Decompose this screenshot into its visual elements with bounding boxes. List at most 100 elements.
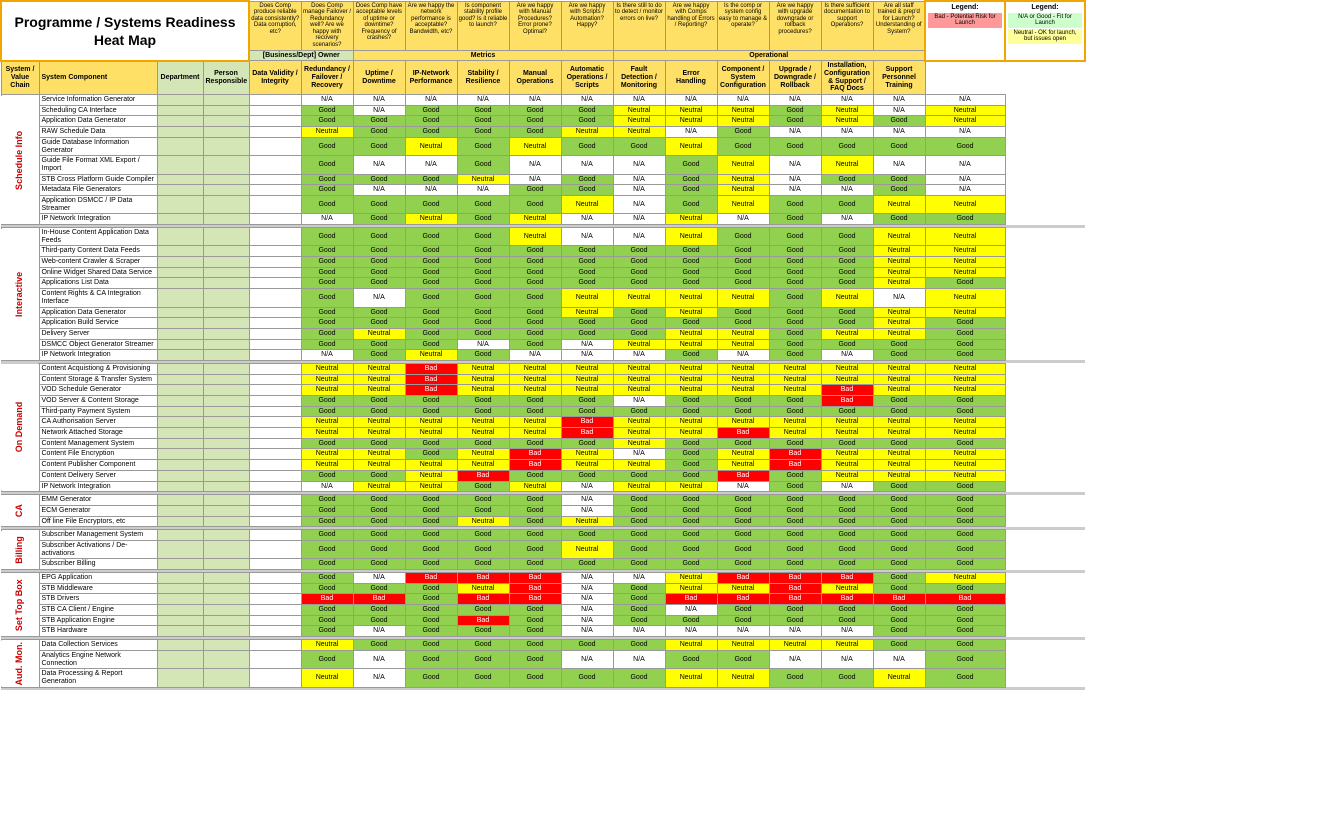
q2-header: Does Comp manage Failover / Redundancy w…: [301, 1, 353, 50]
dept-cell: [157, 605, 203, 616]
component-name: CA Authorisation Server: [39, 417, 157, 428]
data-cell: Neutral: [509, 417, 561, 428]
row-legend1-spacer: [1005, 573, 1085, 637]
data-cell: Good: [301, 605, 353, 616]
data-cell: Good: [665, 318, 717, 329]
data-cell: [249, 594, 301, 605]
data-cell: Good: [561, 116, 613, 127]
data-cell: Good: [613, 559, 665, 570]
data-cell: Good: [457, 105, 509, 116]
data-cell: Good: [613, 594, 665, 605]
component-name: Network Attached Storage: [39, 428, 157, 439]
data-cell: [249, 669, 301, 687]
data-cell: Neutral: [457, 583, 509, 594]
data-cell: Good: [561, 470, 613, 481]
data-cell: Good: [665, 530, 717, 541]
data-cell: Good: [301, 559, 353, 570]
data-cell: Bad: [301, 594, 353, 605]
data-cell: N/A: [561, 615, 613, 626]
data-cell: Neutral: [873, 228, 925, 246]
q8-header: Is there still to do to detect / monitor…: [613, 1, 665, 50]
dept-cell: [157, 137, 203, 155]
dept-cell: [157, 530, 203, 541]
data-cell: Good: [405, 583, 457, 594]
data-cell: Good: [717, 246, 769, 257]
component-name: VOD Schedule Generator: [39, 385, 157, 396]
data-cell: Good: [353, 214, 405, 225]
data-cell: [249, 156, 301, 174]
data-cell: Good: [665, 460, 717, 471]
data-cell: Neutral: [821, 470, 873, 481]
component-name: RAW Schedule Data: [39, 127, 157, 138]
data-cell: Good: [717, 228, 769, 246]
data-cell: Good: [925, 396, 1005, 407]
dept-cell: [157, 396, 203, 407]
data-cell: Good: [509, 470, 561, 481]
data-cell: Good: [821, 605, 873, 616]
dept-cell: [157, 669, 203, 687]
data-cell: N/A: [873, 289, 925, 307]
data-cell: Good: [301, 289, 353, 307]
data-cell: Good: [925, 350, 1005, 361]
data-cell: Neutral: [717, 105, 769, 116]
data-cell: Neutral: [457, 374, 509, 385]
data-cell: Neutral: [717, 289, 769, 307]
data-cell: [249, 137, 301, 155]
data-cell: Bad: [717, 594, 769, 605]
dept-cell: [157, 417, 203, 428]
data-cell: Good: [457, 228, 509, 246]
col-uptime-header: Uptime / Downtime: [353, 61, 405, 95]
data-cell: N/A: [925, 95, 1005, 106]
data-cell: Good: [769, 328, 821, 339]
data-cell: Neutral: [821, 289, 873, 307]
data-cell: N/A: [769, 185, 821, 196]
data-cell: Good: [509, 257, 561, 268]
person-cell: [203, 185, 249, 196]
data-cell: N/A: [821, 626, 873, 637]
data-cell: N/A: [353, 289, 405, 307]
data-cell: Neutral: [561, 195, 613, 213]
component-name: Third-party Payment System: [39, 406, 157, 417]
data-cell: Neutral: [873, 449, 925, 460]
data-cell: Good: [301, 626, 353, 637]
data-cell: N/A: [561, 594, 613, 605]
data-cell: Good: [561, 318, 613, 329]
data-cell: Good: [405, 669, 457, 687]
row-legend1-spacer: [1005, 495, 1085, 527]
data-cell: Good: [353, 350, 405, 361]
data-cell: N/A: [353, 669, 405, 687]
data-cell: N/A: [509, 156, 561, 174]
data-cell: Neutral: [301, 417, 353, 428]
data-cell: Good: [509, 318, 561, 329]
data-cell: [249, 573, 301, 584]
data-cell: N/A: [561, 95, 613, 106]
data-cell: Neutral: [353, 481, 405, 492]
data-cell: Good: [405, 307, 457, 318]
data-cell: Bad: [405, 385, 457, 396]
data-cell: Good: [665, 257, 717, 268]
data-cell: Neutral: [873, 470, 925, 481]
data-cell: Neutral: [717, 385, 769, 396]
data-cell: Good: [301, 615, 353, 626]
dept-cell: [157, 350, 203, 361]
data-cell: Bad: [457, 615, 509, 626]
data-cell: Good: [613, 246, 665, 257]
data-cell: Good: [925, 583, 1005, 594]
data-cell: Good: [301, 516, 353, 527]
col-auto-header: Automatic Operations / Scripts: [561, 61, 613, 95]
data-cell: Good: [665, 156, 717, 174]
data-cell: Good: [665, 540, 717, 558]
data-cell: Good: [613, 318, 665, 329]
data-cell: Good: [925, 640, 1005, 651]
data-cell: Neutral: [873, 307, 925, 318]
data-cell: Good: [873, 573, 925, 584]
data-cell: Neutral: [925, 105, 1005, 116]
data-cell: Neutral: [925, 417, 1005, 428]
person-cell: [203, 174, 249, 185]
data-cell: Neutral: [665, 328, 717, 339]
data-cell: Neutral: [457, 449, 509, 460]
data-cell: Good: [769, 307, 821, 318]
data-cell: Neutral: [509, 228, 561, 246]
data-cell: Good: [353, 257, 405, 268]
data-cell: Good: [301, 174, 353, 185]
